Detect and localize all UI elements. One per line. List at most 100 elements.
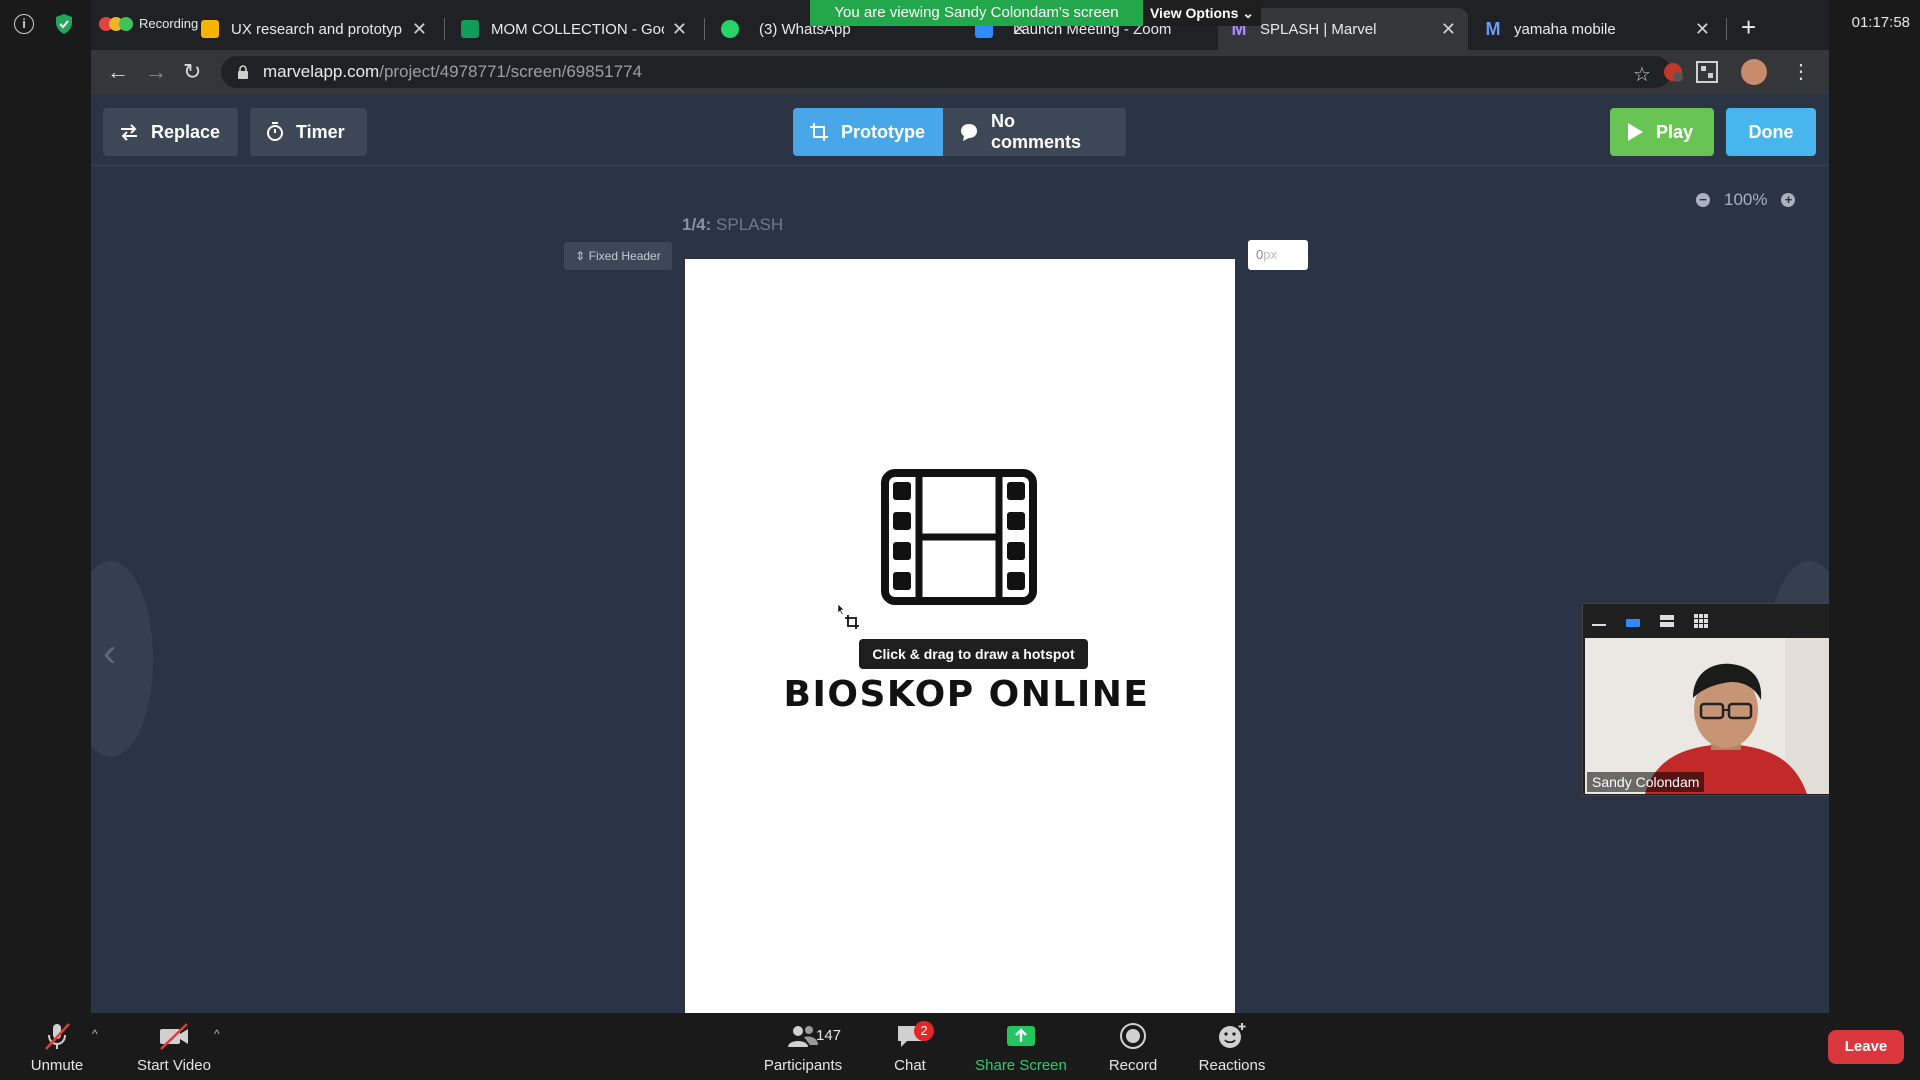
address-bar[interactable]: marvelapp.com/project/4978771/screen/698… xyxy=(221,56,1671,88)
tab-title: SPLASH | Marvel xyxy=(1260,20,1377,38)
start-video-label: Start Video xyxy=(137,1057,211,1074)
close-tab-icon[interactable]: ✕ xyxy=(412,19,427,40)
whatsapp-favicon-icon xyxy=(721,20,739,38)
zoom-level: 100% xyxy=(1724,190,1768,209)
fixed-header-px-input[interactable]: 0px xyxy=(1248,240,1308,270)
start-video-button[interactable]: Start Video xyxy=(130,1021,218,1074)
participant-video: Sandy Colondam xyxy=(1585,638,1829,794)
tab-divider xyxy=(444,18,445,40)
tab-divider xyxy=(1726,18,1727,40)
tab-ux-research[interactable]: UX research and prototyp ✕ xyxy=(189,8,439,50)
close-tab-icon[interactable]: ✕ xyxy=(1441,19,1456,40)
url-text: marvelapp.com/project/4978771/screen/698… xyxy=(263,62,642,81)
tab-title: UX research and prototyp xyxy=(231,20,402,38)
new-tab-icon[interactable]: + xyxy=(1741,14,1756,40)
screen-title: 1/4: SPLASH xyxy=(682,215,784,234)
timer-button[interactable]: Timer xyxy=(250,108,367,156)
tab-mom-collection[interactable]: MOM COLLECTION - Goo ✕ xyxy=(449,8,699,50)
record-icon xyxy=(1120,1023,1146,1049)
tab-yamaha-mobile[interactable]: M yamaha mobile ✕ xyxy=(1472,8,1722,50)
screen-artboard[interactable]: Click & drag to draw a hotspot BIOSKOP O… xyxy=(685,259,1235,1013)
comment-bubble-icon xyxy=(961,124,977,141)
unmute-label: Unmute xyxy=(30,1057,84,1074)
bookmark-star-icon[interactable]: ☆ xyxy=(1633,62,1651,87)
drag-arrows-icon: ⇕ xyxy=(575,249,586,263)
participants-count: 147 xyxy=(816,1027,842,1044)
record-label: Record xyxy=(1108,1057,1158,1074)
stopwatch-icon xyxy=(267,122,283,141)
done-label: Done xyxy=(1748,121,1794,142)
tab-title: yamaha mobile xyxy=(1514,20,1616,38)
fixed-header-handle[interactable]: ⇕ Fixed Header xyxy=(564,242,672,270)
chevron-down-icon: ⌄ xyxy=(1242,5,1255,21)
meeting-timer: 01:17:58 xyxy=(1851,14,1910,31)
reactions-label: Reactions xyxy=(1198,1057,1266,1074)
replace-label: Replace xyxy=(151,121,221,142)
window-dot-icon xyxy=(119,16,133,31)
info-icon[interactable]: i xyxy=(14,14,34,34)
extension-shield-icon[interactable] xyxy=(1662,61,1684,83)
zoom-toolbar: Unmute ^ Start Video ^ Participants 147 xyxy=(0,1013,1920,1080)
participants-label: Participants xyxy=(763,1057,843,1074)
emoji-reaction-icon xyxy=(1219,1023,1246,1048)
tab-title: MOM COLLECTION - Goo xyxy=(491,20,664,38)
speaker-view-icon[interactable] xyxy=(1625,616,1641,628)
reactions-button[interactable]: Reactions xyxy=(1196,1021,1268,1074)
slides-favicon-icon xyxy=(201,20,219,38)
marvel-header: Replace Timer Prototype No comments Play… xyxy=(91,94,1829,166)
video-tile[interactable]: Sandy Colondam xyxy=(1582,603,1829,796)
unmute-button[interactable]: Unmute xyxy=(22,1021,92,1074)
leave-button[interactable]: Leave xyxy=(1828,1030,1904,1064)
play-icon xyxy=(1628,123,1643,141)
app-name-heading: BIOSKOP ONLINE xyxy=(783,674,1150,715)
record-button[interactable]: Record xyxy=(1100,1021,1166,1074)
share-banner: You are viewing Sandy Colondam's screen xyxy=(810,0,1143,26)
comments-tab[interactable]: No comments xyxy=(943,108,1126,156)
qr-code-icon[interactable] xyxy=(1696,61,1718,83)
shield-icon[interactable] xyxy=(54,13,74,35)
share-screen-label: Share Screen xyxy=(975,1057,1067,1074)
prototype-canvas[interactable]: ‹ › 1/4: SPLASH ⇕ Fixed Header 0px − 100… xyxy=(91,166,1829,1013)
previous-screen-button[interactable]: ‹ xyxy=(91,561,153,757)
hotspot-tooltip: Click & drag to draw a hotspot xyxy=(859,639,1088,669)
chevron-left-icon: ‹ xyxy=(103,631,117,675)
close-tab-icon[interactable]: ✕ xyxy=(1695,19,1710,40)
more-menu-icon[interactable]: ⋮ xyxy=(1791,60,1811,84)
browser-window: Recording UX research and prototyp ✕ MOM… xyxy=(91,0,1829,1013)
participant-silhouette xyxy=(1585,638,1829,794)
video-options-caret-icon[interactable]: ^ xyxy=(214,1027,220,1041)
comments-label: No comments xyxy=(991,111,1082,152)
video-tile-controls xyxy=(1583,604,1829,638)
done-button[interactable]: Done xyxy=(1726,108,1816,156)
close-tab-icon[interactable]: ✕ xyxy=(672,19,687,40)
recording-indicator: Recording xyxy=(99,16,198,31)
film-strip-icon xyxy=(881,469,1037,605)
timer-label: Timer xyxy=(296,121,345,142)
chat-unread-badge: 2 xyxy=(914,1021,934,1041)
minimize-icon[interactable] xyxy=(1591,616,1607,628)
play-button[interactable]: Play xyxy=(1610,108,1714,156)
tab-divider xyxy=(704,18,705,40)
zoom-control: − 100% + xyxy=(1696,190,1796,210)
view-options-label: View Options xyxy=(1149,5,1239,21)
marvel-favicon-icon: M xyxy=(1485,19,1501,39)
prototype-label: Prototype xyxy=(841,121,926,142)
profile-avatar[interactable] xyxy=(1741,59,1767,85)
strip-view-icon[interactable] xyxy=(1659,614,1675,628)
reload-icon[interactable]: ↻ xyxy=(183,60,201,84)
forward-icon[interactable]: → xyxy=(145,60,167,84)
view-options-button[interactable]: View Options ⌄ xyxy=(1143,0,1261,26)
zoom-in-icon[interactable]: + xyxy=(1781,193,1796,207)
play-label: Play xyxy=(1656,121,1694,142)
sheets-favicon-icon xyxy=(461,20,479,38)
zoom-out-icon[interactable]: − xyxy=(1696,193,1710,207)
gallery-grid-icon[interactable] xyxy=(1693,613,1709,629)
participants-icon xyxy=(788,1026,818,1047)
audio-options-caret-icon[interactable]: ^ xyxy=(92,1027,98,1041)
prototype-tab[interactable]: Prototype xyxy=(793,108,943,156)
replace-button[interactable]: Replace xyxy=(103,108,238,156)
share-screen-button[interactable]: Share Screen xyxy=(970,1021,1072,1074)
browser-toolbar: ← → ↻ marvelapp.com/project/4978771/scre… xyxy=(91,50,1829,94)
zoom-right-strip: 01:17:58 xyxy=(1829,0,1920,1013)
back-icon[interactable]: ← xyxy=(107,60,129,84)
